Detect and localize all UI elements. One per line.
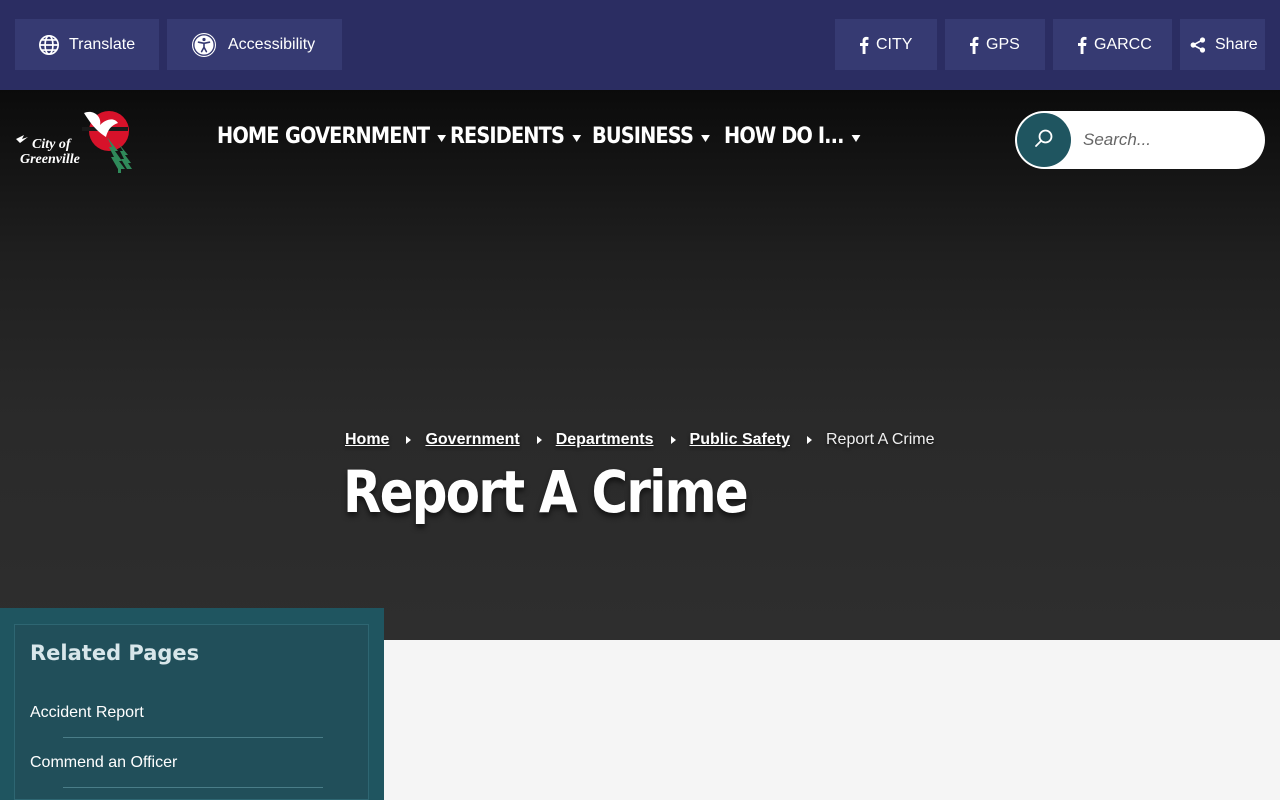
hero-banner: City of Greenville HOME GOVERNMENT RESID… (0, 90, 1280, 640)
search-button[interactable] (1017, 113, 1071, 167)
nav-government-label: GOVERNMENT (285, 124, 430, 149)
breadcrumb-home[interactable]: Home (345, 431, 389, 449)
accessibility-icon (191, 32, 217, 58)
accessibility-button[interactable]: Accessibility (167, 19, 342, 70)
facebook-garcc-label: GARCC (1094, 35, 1152, 53)
breadcrumb: Home Government Departments Public Safet… (345, 430, 934, 450)
search-icon (1034, 128, 1054, 153)
svg-text:City of: City of (32, 137, 72, 152)
utility-bar: Translate Accessibility CITY GPS GARCC S… (0, 0, 1280, 90)
breadcrumb-separator-icon (406, 436, 412, 444)
facebook-garcc-button[interactable]: GARCC (1053, 19, 1172, 70)
nav-government[interactable]: GOVERNMENT (285, 124, 446, 149)
share-button[interactable]: Share (1180, 19, 1265, 70)
breadcrumb-separator-icon (807, 436, 812, 444)
nav-home-label: HOME (217, 124, 280, 149)
nav-how-do-i[interactable]: HOW DO I... (724, 124, 861, 149)
breadcrumb-separator-icon (536, 436, 542, 444)
caret-down-icon (437, 135, 446, 142)
translate-button[interactable]: Translate (15, 19, 159, 70)
caret-down-icon (700, 135, 710, 142)
caret-down-icon (571, 135, 581, 142)
nav-how-do-i-label: HOW DO I... (724, 124, 844, 149)
nav-business[interactable]: BUSINESS (592, 124, 710, 149)
search-box (1015, 111, 1265, 169)
globe-icon (38, 34, 60, 56)
nav-business-label: BUSINESS (592, 124, 694, 149)
svg-text:Greenville: Greenville (20, 152, 80, 167)
facebook-city-label: CITY (876, 35, 913, 53)
breadcrumb-departments[interactable]: Departments (556, 431, 654, 449)
related-pages-panel: Related Pages Accident Report Commend an… (0, 608, 384, 800)
breadcrumb-government[interactable]: Government (425, 431, 519, 449)
facebook-gps-label: GPS (986, 35, 1020, 53)
page-title: Report A Crime (343, 458, 749, 526)
facebook-icon (859, 36, 869, 54)
related-pages-box: Related Pages Accident Report Commend an… (14, 624, 369, 800)
related-divider (63, 737, 323, 738)
breadcrumb-public-safety[interactable]: Public Safety (690, 431, 790, 449)
search-input[interactable] (1081, 125, 1251, 155)
caret-down-icon (851, 135, 861, 142)
facebook-city-button[interactable]: CITY (835, 19, 937, 70)
related-pages-title: Related Pages (30, 641, 200, 665)
main-nav: HOME GOVERNMENT RESIDENTS BUSINESS HOW D… (217, 124, 867, 164)
main-content-area (384, 640, 1280, 800)
related-link-commend-officer[interactable]: Commend an Officer (30, 754, 177, 772)
breadcrumb-separator-icon (670, 436, 676, 444)
share-icon (1190, 36, 1206, 53)
facebook-icon (969, 36, 979, 54)
nav-residents-label: RESIDENTS (450, 124, 565, 149)
facebook-gps-button[interactable]: GPS (945, 19, 1045, 70)
nav-residents[interactable]: RESIDENTS (450, 124, 581, 149)
related-divider (63, 787, 323, 788)
related-link-accident-report[interactable]: Accident Report (30, 704, 144, 722)
accessibility-label: Accessibility (228, 35, 316, 53)
city-logo[interactable]: City of Greenville (14, 107, 134, 175)
nav-home[interactable]: HOME (217, 124, 280, 149)
share-label: Share (1215, 35, 1258, 53)
breadcrumb-current: Report A Crime (826, 431, 935, 448)
facebook-icon (1077, 36, 1087, 54)
translate-label: Translate (69, 35, 136, 53)
